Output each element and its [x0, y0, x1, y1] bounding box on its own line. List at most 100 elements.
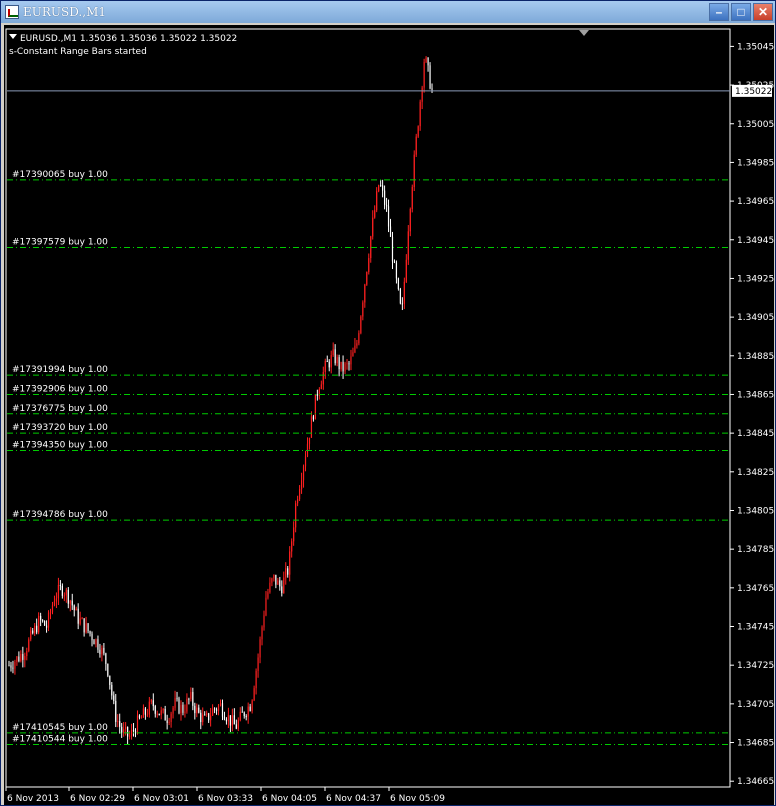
candle: [243, 711, 245, 719]
candle: [219, 699, 222, 707]
order-label: #17397579 buy 1.00: [12, 238, 108, 248]
minimize-button[interactable]: –: [709, 3, 729, 21]
candle-body: [206, 713, 208, 715]
candle: [18, 651, 20, 663]
candle: [318, 387, 320, 400]
candle-body: [113, 695, 115, 701]
order-line[interactable]: #17391994 buy 1.00: [7, 365, 729, 376]
price-chart[interactable]: #17390065 buy 1.00 #17397579 buy 1.00 #173…: [4, 25, 774, 805]
candle: [93, 638, 95, 645]
candle-body: [91, 633, 93, 641]
candle-body: [22, 654, 24, 660]
candle-body: [20, 654, 22, 662]
price-tick-label: 1.34725: [737, 661, 774, 671]
candle-body: [40, 615, 42, 621]
candle: [105, 652, 107, 671]
candle: [210, 708, 212, 727]
candle-body: [95, 639, 97, 645]
candle: [334, 344, 336, 366]
order-line[interactable]: #17376775 buy 1.00: [7, 404, 729, 415]
candle-body: [93, 640, 95, 645]
candle: [297, 495, 299, 507]
chart-menu-triangle-icon[interactable]: [9, 34, 17, 39]
candle: [215, 707, 218, 715]
candle: [132, 722, 135, 737]
candle-body: [316, 394, 318, 396]
candle: [32, 627, 34, 635]
candle: [235, 719, 237, 730]
close-button[interactable]: ✕: [753, 3, 773, 21]
chart-app-icon: [5, 5, 19, 19]
candle-body: [387, 206, 390, 227]
candle: [356, 339, 358, 349]
candle-body: [417, 126, 419, 137]
candle-body: [38, 615, 40, 633]
candle-body: [115, 700, 117, 722]
candle: [188, 697, 190, 705]
candle: [194, 702, 196, 720]
candle: [387, 199, 390, 233]
order-line[interactable]: #17410544 buy 1.00: [7, 734, 729, 745]
candle: [411, 184, 413, 213]
order-line[interactable]: #17393720 buy 1.00: [7, 423, 729, 434]
candle-body: [425, 57, 427, 62]
candle: [43, 620, 46, 626]
candle: [213, 707, 216, 714]
candle: [73, 604, 75, 617]
plot-border: [5, 28, 731, 788]
price-tick-label: 1.34845: [737, 429, 774, 439]
candle-body: [146, 714, 148, 716]
candle: [340, 361, 342, 372]
candle: [322, 366, 324, 390]
maximize-button[interactable]: □: [731, 3, 751, 21]
candle: [123, 722, 125, 737]
order-line[interactable]: #17397579 buy 1.00: [7, 238, 729, 249]
candle-body: [49, 612, 52, 614]
candle: [186, 693, 188, 714]
candle-body: [18, 656, 20, 662]
candle-body: [164, 708, 166, 721]
chart-shift-marker-icon[interactable]: [579, 30, 589, 36]
candle: [77, 603, 79, 630]
candle: [69, 599, 71, 612]
order-lines[interactable]: #17390065 buy 1.00 #17397579 buy 1.00 #173…: [7, 90, 730, 745]
candle: [81, 617, 83, 620]
order-line[interactable]: #17392906 buy 1.00: [7, 384, 729, 395]
candle-body: [215, 709, 218, 711]
candle: [421, 85, 423, 110]
candle-body: [188, 698, 190, 700]
candle-body: [235, 724, 237, 729]
candle: [277, 577, 279, 585]
candle-body: [304, 456, 307, 467]
candle-body: [413, 154, 415, 188]
time-axis: 6 Nov 2013 6 Nov 02:29 6 Nov 03:01 6 Nov 03…: [5, 787, 445, 804]
candle: [330, 350, 332, 374]
order-line[interactable]: #17394350 buy 1.00: [7, 441, 729, 452]
order-line[interactable]: #17390065 buy 1.00: [7, 170, 729, 181]
candle-body: [162, 708, 164, 711]
candle: [403, 277, 405, 310]
candle-body: [385, 204, 388, 207]
candle: [38, 612, 40, 635]
title-bar[interactable]: EURUSD.,M1 – □ ✕: [1, 1, 775, 23]
window-title: EURUSD.,M1: [23, 5, 106, 19]
candle-body: [348, 363, 350, 365]
candle-body: [421, 87, 423, 102]
candle-body: [123, 729, 125, 733]
chart-area[interactable]: #17390065 buy 1.00 #17397579 buy 1.00 #173…: [4, 25, 774, 805]
candle: [113, 691, 115, 705]
order-line[interactable]: #17394786 buy 1.00: [7, 510, 729, 521]
candle: [127, 726, 129, 745]
candle-body: [374, 210, 376, 218]
candle: [417, 125, 419, 138]
chart-header: EURUSD.,M1 1.35036 1.35036 1.35022 1.350…: [9, 30, 589, 57]
candle-body: [364, 284, 366, 303]
candle-body: [36, 625, 38, 633]
candle: [12, 660, 14, 674]
candle: [431, 83, 433, 93]
candle-body: [217, 705, 220, 711]
candle: [302, 464, 305, 488]
candle-body: [24, 656, 26, 660]
candle-body: [194, 705, 196, 714]
candle-body: [372, 217, 374, 237]
